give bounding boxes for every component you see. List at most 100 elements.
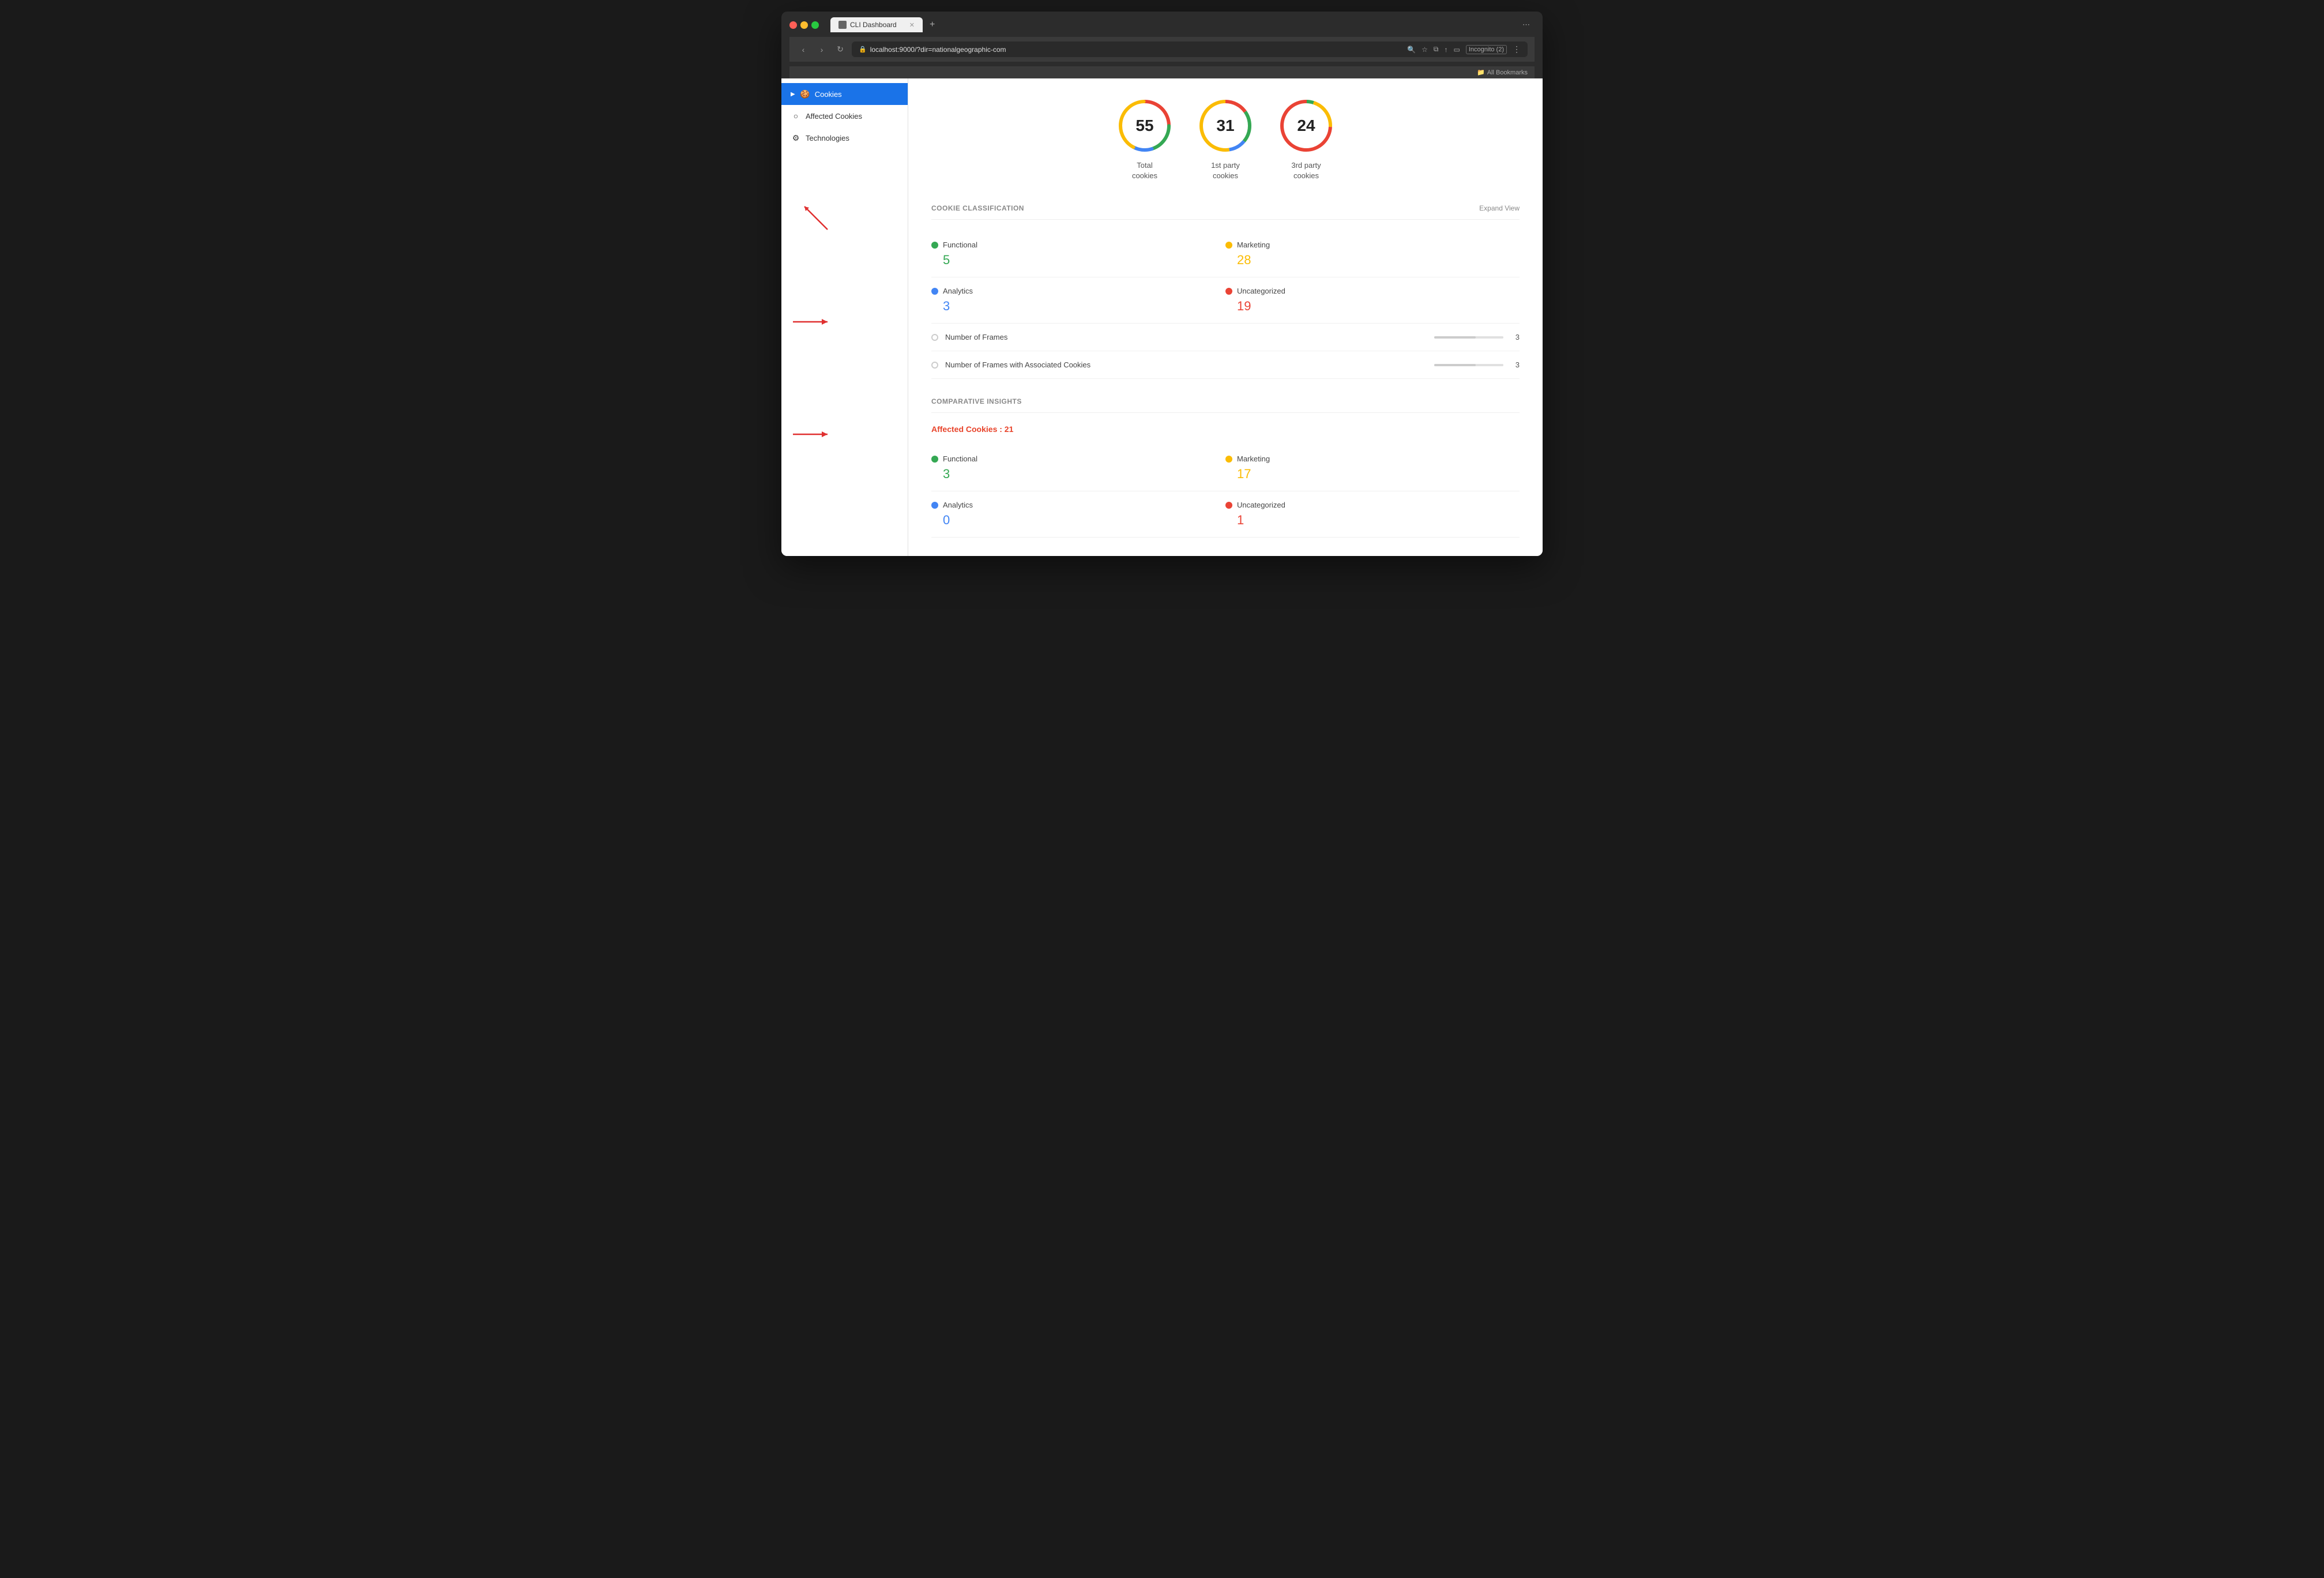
marketing-header: Marketing bbox=[1225, 241, 1520, 249]
comp-marketing-header: Marketing bbox=[1225, 454, 1520, 463]
frames-row-2: Number of Frames with Associated Cookies… bbox=[931, 351, 1520, 379]
comparative-header: COMPARATIVE INSIGHTS bbox=[931, 397, 1520, 413]
classification-functional: Functional 5 bbox=[931, 231, 1225, 277]
third-party-count: 24 bbox=[1297, 117, 1315, 135]
lock-icon: 🔒 bbox=[859, 46, 867, 53]
star-icon[interactable]: ☆ bbox=[1422, 46, 1428, 54]
more-options-icon[interactable]: ⋮ bbox=[1513, 44, 1521, 54]
frames-count-1: 3 bbox=[1510, 333, 1520, 341]
classification-title: COOKIE CLASSIFICATION bbox=[931, 204, 1024, 212]
comparative-grid: Functional 3 Marketing 17 bbox=[931, 445, 1520, 538]
uncategorized-dot bbox=[1225, 288, 1232, 295]
comp-marketing: Marketing 17 bbox=[1225, 445, 1520, 491]
bookmarks-bar: 📁 All Bookmarks bbox=[789, 66, 1535, 78]
browser-window: CLI Dashboard ✕ + ⋯ ‹ › ↻ 🔒 localhost:90… bbox=[781, 12, 1543, 556]
first-party-label: 1st partycookies bbox=[1211, 160, 1240, 181]
tab-favicon bbox=[838, 21, 847, 29]
comp-uncategorized: Uncategorized 1 bbox=[1225, 491, 1520, 538]
classification-marketing: Marketing 28 bbox=[1225, 231, 1520, 277]
sidebar-item-affected-cookies[interactable]: ○ Affected Cookies bbox=[781, 105, 908, 127]
active-tab[interactable]: CLI Dashboard ✕ bbox=[830, 17, 923, 32]
extensions-icon[interactable]: ⧉ bbox=[1434, 45, 1439, 54]
tab-title: CLI Dashboard bbox=[850, 21, 897, 29]
comp-functional-header: Functional bbox=[931, 454, 1202, 463]
first-party-circle: 31 bbox=[1197, 97, 1254, 155]
traffic-lights bbox=[789, 21, 819, 29]
tab-view-icon[interactable]: ▭ bbox=[1454, 46, 1460, 54]
close-button[interactable] bbox=[789, 21, 797, 29]
sidebar-label-technologies: Technologies bbox=[806, 134, 849, 142]
functional-header: Functional bbox=[931, 241, 1202, 249]
expand-view-button[interactable]: Expand View bbox=[1479, 204, 1520, 212]
tab-close-icon[interactable]: ✕ bbox=[909, 21, 915, 29]
sidebar-arrow-icon: ▶ bbox=[791, 91, 795, 97]
comp-analytics: Analytics 0 bbox=[931, 491, 1225, 538]
comp-uncategorized-dot bbox=[1225, 502, 1232, 509]
comp-marketing-name: Marketing bbox=[1237, 454, 1270, 463]
classification-analytics: Analytics 3 bbox=[931, 277, 1225, 324]
sidebar: ▶ 🍪 Cookies ○ Affected Cookies ⚙ Technol… bbox=[781, 78, 908, 556]
frames-label-2: Number of Frames with Associated Cookies bbox=[945, 360, 1427, 369]
frames-bar-fill-1 bbox=[1434, 336, 1476, 339]
sidebar-label-cookies: Cookies bbox=[815, 90, 842, 99]
comparative-insights-section: COMPARATIVE INSIGHTS Affected Cookies : … bbox=[931, 397, 1520, 538]
minimize-button[interactable] bbox=[800, 21, 808, 29]
technologies-icon: ⚙ bbox=[791, 133, 801, 143]
sidebar-item-technologies[interactable]: ⚙ Technologies bbox=[781, 127, 908, 149]
comp-analytics-name: Analytics bbox=[943, 501, 973, 509]
total-label: Total cookies bbox=[1132, 160, 1157, 181]
comp-marketing-dot bbox=[1225, 456, 1232, 463]
marketing-dot bbox=[1225, 242, 1232, 249]
marketing-count: 28 bbox=[1237, 253, 1520, 268]
analytics-header: Analytics bbox=[931, 287, 1202, 295]
main-content: 55 Total cookies 31 bbox=[908, 78, 1543, 556]
bookmarks-folder-icon: 📁 bbox=[1477, 69, 1485, 76]
uncategorized-header: Uncategorized bbox=[1225, 287, 1520, 295]
zoom-icon: 🔍 bbox=[1407, 46, 1416, 54]
frames-bar-2 bbox=[1434, 364, 1503, 366]
new-tab-button[interactable]: + bbox=[925, 17, 939, 32]
affected-cookies-icon: ○ bbox=[791, 111, 801, 121]
frames-dot-2 bbox=[931, 362, 938, 369]
frames-row-1: Number of Frames 3 bbox=[931, 324, 1520, 351]
bookmarks-label: All Bookmarks bbox=[1487, 69, 1528, 76]
cookie-classification-section: COOKIE CLASSIFICATION Expand View Functi… bbox=[931, 204, 1520, 379]
cookies-icon: 🍪 bbox=[800, 89, 810, 99]
third-party-circle: 24 bbox=[1277, 97, 1335, 155]
comp-analytics-count: 0 bbox=[943, 513, 1202, 528]
functional-name: Functional bbox=[943, 241, 977, 249]
analytics-name: Analytics bbox=[943, 287, 973, 295]
share-icon[interactable]: ↑ bbox=[1445, 46, 1448, 54]
comp-functional: Functional 3 bbox=[931, 445, 1225, 491]
uncategorized-name: Uncategorized bbox=[1237, 287, 1285, 295]
window-controls: ⋯ bbox=[1522, 20, 1530, 29]
classification-uncategorized: Uncategorized 19 bbox=[1225, 277, 1520, 324]
frames-count-2: 3 bbox=[1510, 360, 1520, 369]
frames-bar-fill-2 bbox=[1434, 364, 1476, 366]
marketing-name: Marketing bbox=[1237, 241, 1270, 249]
back-button[interactable]: ‹ bbox=[796, 43, 810, 57]
arrow-decorative-1 bbox=[781, 183, 908, 256]
stat-total-cookies: 55 Total cookies bbox=[1116, 97, 1174, 181]
comp-analytics-header: Analytics bbox=[931, 501, 1202, 509]
comp-uncategorized-name: Uncategorized bbox=[1237, 501, 1285, 509]
refresh-button[interactable]: ↻ bbox=[833, 43, 847, 57]
url-text: localhost:9000/?dir=nationalgeographic-c… bbox=[870, 46, 1006, 54]
address-bar-icons: 🔍 ☆ ⧉ ↑ ▭ Incognito (2) ⋮ bbox=[1407, 44, 1521, 54]
sidebar-item-cookies[interactable]: ▶ 🍪 Cookies bbox=[781, 83, 908, 105]
stat-first-party: 31 1st partycookies bbox=[1197, 97, 1254, 181]
maximize-button[interactable] bbox=[811, 21, 819, 29]
forward-button[interactable]: › bbox=[815, 43, 829, 57]
comp-functional-dot bbox=[931, 456, 938, 463]
stat-third-party: 24 3rd partycookies bbox=[1277, 97, 1335, 181]
total-cookies-circle: 55 bbox=[1116, 97, 1174, 155]
address-bar[interactable]: 🔒 localhost:9000/?dir=nationalgeographic… bbox=[852, 42, 1528, 57]
comp-functional-name: Functional bbox=[943, 454, 977, 463]
arrow-decorative-2 bbox=[781, 302, 908, 345]
frames-label-1: Number of Frames bbox=[945, 333, 1427, 341]
comp-uncategorized-count: 1 bbox=[1237, 513, 1520, 528]
third-party-label: 3rd partycookies bbox=[1291, 160, 1321, 181]
classification-grid: Functional 5 Marketing 28 bbox=[931, 231, 1520, 324]
classification-header: COOKIE CLASSIFICATION Expand View bbox=[931, 204, 1520, 220]
comp-functional-count: 3 bbox=[943, 467, 1202, 482]
